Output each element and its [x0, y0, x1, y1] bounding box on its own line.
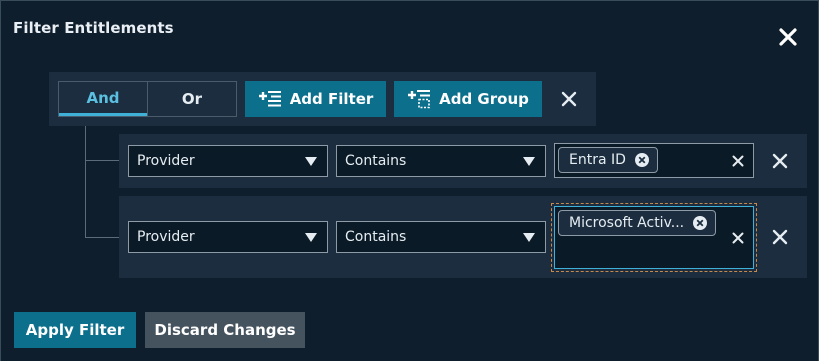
operator-and-button[interactable]: And — [59, 82, 147, 116]
close-icon — [732, 155, 744, 167]
tree-branch — [85, 160, 119, 161]
filter-dialog: Filter Entitlements And Or Add Filter Ad… — [0, 0, 819, 361]
remove-filter-button[interactable] — [769, 150, 791, 172]
close-icon — [772, 229, 788, 245]
chevron-down-icon — [523, 232, 535, 242]
field-select-value: Provider — [137, 153, 195, 169]
operator-toggle: And Or — [58, 81, 237, 117]
add-filter-button[interactable]: Add Filter — [245, 81, 386, 117]
tree-branch — [85, 237, 119, 238]
value-chip-label: Entra ID — [569, 152, 626, 168]
value-chip: Microsoft Activ... — [558, 210, 717, 236]
field-select-value: Provider — [137, 229, 195, 245]
chevron-down-icon — [305, 232, 317, 242]
add-group-icon — [408, 90, 431, 109]
add-filter-icon — [258, 91, 281, 107]
add-filter-label: Add Filter — [289, 90, 374, 108]
remove-filter-button[interactable] — [769, 226, 791, 248]
close-icon — [561, 91, 577, 107]
operator-select-value: Contains — [345, 153, 407, 169]
chevron-down-icon — [305, 156, 317, 166]
tree-connector — [85, 126, 86, 238]
operator-select-value: Contains — [345, 229, 407, 245]
dialog-close-button[interactable] — [777, 26, 799, 48]
operator-select[interactable]: Contains — [336, 145, 546, 177]
close-icon — [779, 28, 797, 46]
remove-chip-icon[interactable] — [693, 216, 708, 230]
value-multiselect[interactable]: Entra ID — [554, 143, 754, 178]
value-chip-label: Microsoft Activ... — [569, 215, 685, 231]
clear-values-button[interactable] — [727, 227, 749, 249]
value-chip: Entra ID — [558, 147, 658, 173]
apply-filter-button[interactable]: Apply Filter — [14, 312, 136, 348]
operator-or-button[interactable]: Or — [148, 82, 236, 116]
operator-select[interactable]: Contains — [336, 221, 546, 253]
discard-changes-button[interactable]: Discard Changes — [145, 312, 305, 348]
add-group-label: Add Group — [439, 90, 529, 108]
field-select[interactable]: Provider — [128, 221, 328, 253]
close-icon — [772, 153, 788, 169]
remove-chip-icon[interactable] — [634, 153, 649, 167]
value-multiselect[interactable]: Microsoft Activ... — [551, 203, 757, 272]
clear-values-button[interactable] — [727, 150, 749, 172]
field-select[interactable]: Provider — [128, 145, 328, 177]
chevron-down-icon — [523, 156, 535, 166]
close-icon — [732, 232, 744, 244]
dialog-title: Filter Entitlements — [13, 19, 174, 37]
add-group-button[interactable]: Add Group — [394, 81, 542, 117]
remove-group-button[interactable] — [558, 88, 580, 110]
